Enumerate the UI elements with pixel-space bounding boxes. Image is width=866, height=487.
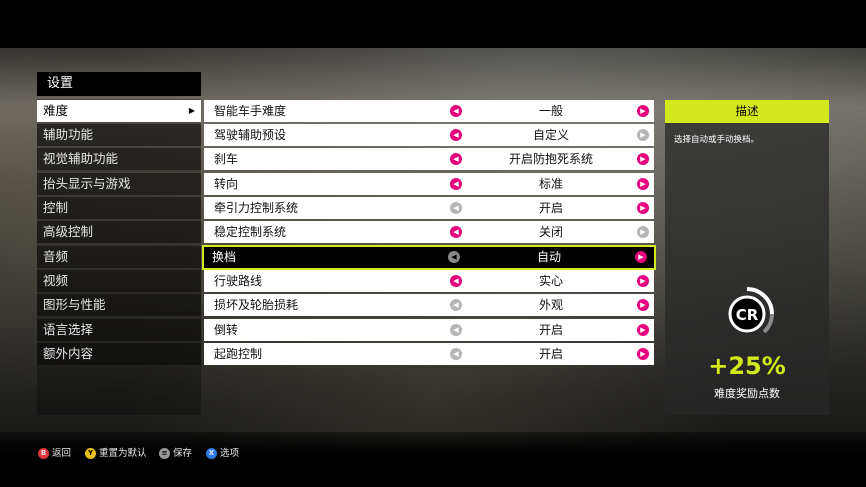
setting-value: 自定义 bbox=[532, 128, 569, 142]
bonus-percentage: +25% bbox=[708, 352, 786, 380]
arrow-left-icon[interactable]: ◀ bbox=[450, 299, 462, 311]
footer-save[interactable]: ≡ 保存 bbox=[159, 447, 192, 461]
setting-label: 驾驶辅助预设 bbox=[214, 128, 287, 142]
setting-value: 关闭 bbox=[538, 225, 563, 239]
arrow-left-icon[interactable]: ◀ bbox=[450, 275, 462, 287]
setting-value: 标准 bbox=[538, 177, 563, 191]
arrow-left-icon[interactable]: ◀ bbox=[450, 226, 462, 238]
footer-label: 选项 bbox=[220, 448, 240, 459]
setting-row-assist-preset[interactable]: 驾驶辅助预设 ◀ 自定义 ▶ bbox=[204, 124, 654, 146]
setting-label: 转向 bbox=[214, 177, 239, 191]
menu-item-label: 额外内容 bbox=[43, 346, 94, 361]
menu-item-controls[interactable]: 控制 bbox=[37, 197, 201, 219]
setting-label: 刹车 bbox=[214, 152, 239, 166]
menu-item-video[interactable]: 视频 bbox=[37, 270, 201, 292]
y-button-icon: Y bbox=[85, 448, 96, 459]
setting-row-traction-control[interactable]: 牵引力控制系统 ◀ 开启 ▶ bbox=[204, 197, 654, 219]
menu-item-difficulty[interactable]: 难度 ▶ bbox=[37, 100, 201, 122]
arrow-left-icon[interactable]: ◀ bbox=[450, 105, 462, 117]
arrow-right-icon[interactable]: ▶ bbox=[637, 105, 649, 117]
setting-row-rewind[interactable]: 倒转 ◀ 开启 ▶ bbox=[204, 319, 654, 341]
arrow-right-icon[interactable]: ▶ bbox=[637, 129, 649, 141]
arrow-right-icon[interactable]: ▶ bbox=[635, 251, 647, 263]
arrow-right-icon[interactable]: ▶ bbox=[637, 324, 649, 336]
menu-item-label: 图形与性能 bbox=[43, 297, 106, 312]
setting-value: 开启 bbox=[538, 347, 563, 361]
b-button-icon: B bbox=[38, 448, 49, 459]
setting-value: 自动 bbox=[536, 250, 561, 264]
menu-button-icon: ≡ bbox=[159, 448, 170, 459]
setting-row-launch-control[interactable]: 起跑控制 ◀ 开启 ▶ bbox=[204, 343, 654, 365]
setting-row-stability-control[interactable]: 稳定控制系统 ◀ 关闭 ▶ bbox=[204, 221, 654, 243]
arrow-left-icon[interactable]: ◀ bbox=[450, 202, 462, 214]
setting-row-braking[interactable]: 刹车 ◀ 开启防抱死系统 ▶ bbox=[204, 148, 654, 170]
arrow-right-icon[interactable]: ▶ bbox=[637, 226, 649, 238]
footer-label: 重置为默认 bbox=[99, 448, 147, 459]
footer-label: 保存 bbox=[173, 448, 193, 459]
setting-label: 起跑控制 bbox=[214, 347, 263, 361]
cr-badge: CR bbox=[735, 306, 759, 324]
menu-item-label: 辅助功能 bbox=[43, 127, 94, 142]
arrow-right-icon[interactable]: ▶ bbox=[637, 348, 649, 360]
arrow-right-icon[interactable]: ▶ bbox=[637, 178, 649, 190]
arrow-left-icon[interactable]: ◀ bbox=[450, 178, 462, 190]
arrow-right-icon[interactable]: ▶ bbox=[637, 275, 649, 287]
top-letterbox bbox=[0, 0, 866, 48]
setting-label: 智能车手难度 bbox=[214, 104, 287, 118]
menu-item-assists[interactable]: 辅助功能 bbox=[37, 124, 201, 146]
description-text: 选择自动或手动换档。 bbox=[674, 135, 760, 145]
setting-value: 开启 bbox=[538, 201, 563, 215]
menu-item-advanced-controls[interactable]: 高级控制 bbox=[37, 221, 201, 243]
setting-label: 换档 bbox=[212, 250, 237, 264]
x-button-icon: X bbox=[206, 448, 217, 459]
menu-item-label: 视觉辅助功能 bbox=[43, 151, 119, 166]
footer-options[interactable]: X 选项 bbox=[206, 447, 239, 461]
description-title: 描述 bbox=[665, 100, 829, 123]
menu-item-extra-content[interactable]: 额外内容 bbox=[37, 343, 201, 365]
menu-item-audio[interactable]: 音频 bbox=[37, 246, 201, 268]
setting-value: 实心 bbox=[538, 274, 563, 288]
menu-item-label: 语言选择 bbox=[43, 322, 94, 337]
setting-row-driving-line[interactable]: 行驶路线 ◀ 实心 ▶ bbox=[204, 270, 654, 292]
menu-item-label: 音频 bbox=[43, 249, 69, 264]
arrow-left-icon[interactable]: ◀ bbox=[448, 251, 460, 263]
setting-value: 开启 bbox=[538, 323, 563, 337]
setting-value: 开启防抱死系统 bbox=[508, 152, 593, 166]
setting-value: 一般 bbox=[538, 104, 563, 118]
menu-item-hud[interactable]: 抬头显示与游戏 bbox=[37, 173, 201, 195]
menu-title: 设置 bbox=[37, 72, 201, 96]
menu-item-label: 视频 bbox=[43, 273, 69, 288]
menu-item-language[interactable]: 语言选择 bbox=[37, 319, 201, 341]
arrow-left-icon[interactable]: ◀ bbox=[450, 153, 462, 165]
setting-label: 牵引力控制系统 bbox=[214, 201, 299, 215]
menu-item-label: 高级控制 bbox=[43, 224, 94, 239]
setting-row-steering[interactable]: 转向 ◀ 标准 ▶ bbox=[204, 173, 654, 195]
menu-item-visual-assists[interactable]: 视觉辅助功能 bbox=[37, 148, 201, 170]
menu-item-label: 控制 bbox=[43, 200, 69, 215]
setting-value: 外观 bbox=[538, 298, 563, 312]
setting-row-ai-difficulty[interactable]: 智能车手难度 ◀ 一般 ▶ bbox=[204, 100, 654, 122]
setting-row-shifting[interactable]: 换档 ◀ 自动 ▶ bbox=[202, 245, 656, 270]
arrow-left-icon[interactable]: ◀ bbox=[450, 324, 462, 336]
footer-back[interactable]: B 返回 bbox=[38, 447, 71, 461]
setting-label: 损坏及轮胎损耗 bbox=[214, 298, 299, 312]
arrow-right-icon[interactable]: ▶ bbox=[637, 299, 649, 311]
arrow-left-icon[interactable]: ◀ bbox=[450, 348, 462, 360]
arrow-right-icon[interactable]: ▶ bbox=[637, 202, 649, 214]
chevron-right-icon: ▶ bbox=[188, 106, 195, 115]
setting-label: 行驶路线 bbox=[214, 274, 263, 288]
setting-label: 稳定控制系统 bbox=[214, 225, 287, 239]
footer-label: 返回 bbox=[52, 448, 72, 459]
arrow-left-icon[interactable]: ◀ bbox=[450, 129, 462, 141]
setting-row-damage-tire-wear[interactable]: 损坏及轮胎损耗 ◀ 外观 ▶ bbox=[204, 294, 654, 316]
bonus-label: 难度奖励点数 bbox=[714, 387, 780, 400]
menu-item-graphics[interactable]: 图形与性能 bbox=[37, 294, 201, 316]
menu-item-label: 抬头显示与游戏 bbox=[43, 176, 131, 191]
setting-label: 倒转 bbox=[214, 323, 239, 337]
menu-item-label: 难度 bbox=[43, 103, 69, 118]
footer-reset[interactable]: Y 重置为默认 bbox=[85, 447, 147, 461]
arrow-right-icon[interactable]: ▶ bbox=[637, 153, 649, 165]
